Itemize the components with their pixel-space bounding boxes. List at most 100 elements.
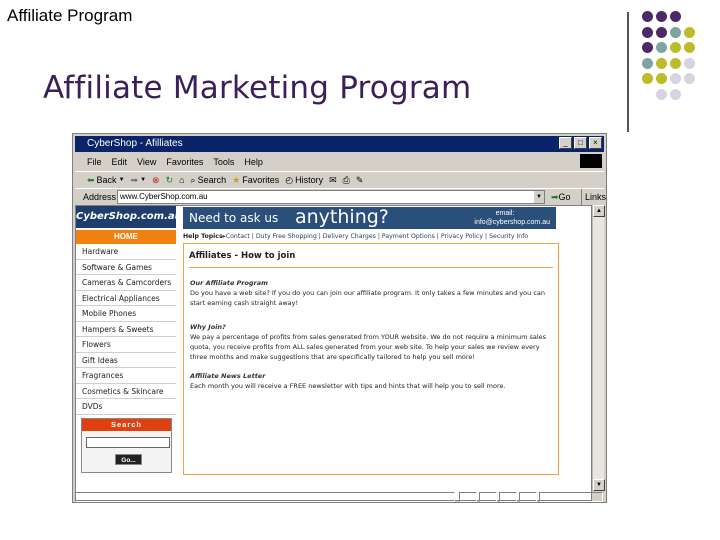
sidebar-item-electrical[interactable]: Electrical Appliances xyxy=(76,291,176,306)
email-address[interactable]: info@cybershop.com.au xyxy=(460,218,550,227)
decorative-dot xyxy=(656,26,667,38)
menu-bar: File Edit View Favorites Tools Help xyxy=(75,154,604,170)
banner-big-text: anything? xyxy=(295,206,389,228)
links-button[interactable]: Links xyxy=(581,189,606,205)
dropdown-arrow-icon: ▼ xyxy=(118,176,125,183)
sidebar-item-home[interactable]: HOME xyxy=(76,230,176,244)
help-link-payment[interactable]: Payment Options xyxy=(382,233,435,240)
sidebar-item-fragrances[interactable]: Fragrances xyxy=(76,368,176,384)
forward-button[interactable]: ➡ ▼ xyxy=(131,172,147,187)
page-viewport: CyberShop.com.au Need to ask us anything… xyxy=(75,205,592,501)
menu-tools[interactable]: Tools xyxy=(213,154,234,170)
go-button[interactable]: ➡Go xyxy=(551,189,571,205)
section-news-letter: Affiliate News Letter Each month you wil… xyxy=(190,371,554,391)
sidebar-item-software-games[interactable]: Software & Games xyxy=(76,260,176,275)
menu-view[interactable]: View xyxy=(137,154,156,170)
slide-label: Affiliate Program xyxy=(7,6,133,25)
favorites-icon: ★ xyxy=(232,174,241,185)
decorative-dot xyxy=(684,26,695,38)
mail-icon: ✉ xyxy=(329,174,337,185)
decorative-dot xyxy=(656,88,667,100)
address-input[interactable]: www.CyberShop.com.au ▼ xyxy=(117,190,545,204)
home-icon: ⌂ xyxy=(179,174,185,185)
section-why-join: Why Join? We pay a percentage of profits… xyxy=(190,322,554,362)
search-icon: ⌕ xyxy=(190,174,196,185)
help-topics-bar: Help Topics▸Contact | Duty Free Shopping… xyxy=(183,233,529,240)
sidebar-item-gift-ideas[interactable]: Gift Ideas xyxy=(76,353,176,368)
decorative-dot xyxy=(656,42,667,53)
edit-icon: ✎ xyxy=(355,174,364,185)
search-box-title: Search xyxy=(82,419,171,431)
heading-divider xyxy=(189,267,553,268)
menu-edit[interactable]: Edit xyxy=(112,154,128,170)
browser-throbber xyxy=(580,154,602,168)
status-bar xyxy=(75,492,604,502)
close-button[interactable]: × xyxy=(589,137,602,149)
help-link-contact[interactable]: Contact xyxy=(226,233,250,240)
search-button[interactable]: ⌕ Search xyxy=(191,172,227,187)
go-arrow-icon: ➡ xyxy=(551,192,559,202)
sidebar-item-hampers[interactable]: Hampers & Sweets xyxy=(76,322,176,337)
refresh-icon: ↻ xyxy=(165,174,174,185)
edit-button[interactable]: ✎ xyxy=(356,172,364,187)
divider-line xyxy=(627,12,629,132)
decorative-dot xyxy=(684,73,695,84)
address-dropdown-icon[interactable]: ▼ xyxy=(534,191,544,203)
banner-email: email: info@cybershop.com.au xyxy=(460,209,550,227)
sidebar-item-cameras[interactable]: Cameras & Camcorders xyxy=(76,275,176,291)
search-input[interactable] xyxy=(86,437,170,448)
decorative-dot xyxy=(656,73,667,84)
help-link-delivery[interactable]: Delivery Charges xyxy=(323,233,376,240)
decorative-dot xyxy=(670,26,681,38)
banner-lead-text: Need to ask us xyxy=(189,211,279,225)
sidebar-nav: HOME Hardware Software & Games Cameras &… xyxy=(76,230,176,415)
decorative-dot xyxy=(642,11,653,22)
forward-arrow-icon: ➡ xyxy=(130,174,139,185)
sidebar-item-hardware[interactable]: Hardware xyxy=(76,244,176,260)
window-titlebar[interactable]: CyberShop - Afilliates _ □ × xyxy=(75,136,604,152)
decorative-dot xyxy=(656,11,667,22)
contact-banner[interactable]: Need to ask us anything? email: info@cyb… xyxy=(183,206,556,229)
site-logo[interactable]: CyberShop.com.au xyxy=(76,206,182,228)
section-title: Why Join? xyxy=(190,323,226,331)
help-link-privacy[interactable]: Privacy Policy xyxy=(441,233,483,240)
search-go-button[interactable]: Go... xyxy=(115,454,142,465)
decorative-dot xyxy=(670,42,681,53)
sidebar-item-cosmetics[interactable]: Cosmetics & Skincare xyxy=(76,384,176,399)
minimize-button[interactable]: _ xyxy=(559,137,572,149)
page-heading: Affiliates - How to join xyxy=(189,251,296,261)
print-button[interactable]: ⎙ xyxy=(343,172,350,187)
status-cell xyxy=(479,492,497,502)
history-icon: ◴ xyxy=(285,174,294,185)
history-button[interactable]: ◴ History xyxy=(285,172,323,187)
stop-button[interactable]: ⊗ xyxy=(152,172,160,187)
window-title: CyberShop - Afilliates xyxy=(87,138,183,149)
menu-file[interactable]: File xyxy=(87,154,102,170)
refresh-button[interactable]: ↻ xyxy=(166,172,174,187)
vertical-scrollbar[interactable]: ▲ ▼ xyxy=(592,205,605,491)
sidebar-item-flowers[interactable]: Flowers xyxy=(76,337,176,353)
scroll-up-arrow-icon[interactable]: ▲ xyxy=(593,205,605,217)
help-link-security[interactable]: Security Info xyxy=(489,233,528,240)
slide-title: Affiliate Marketing Program xyxy=(43,70,472,106)
dropdown-arrow-icon: ▼ xyxy=(140,176,147,183)
decorative-dot xyxy=(642,73,653,84)
decorative-dot xyxy=(670,57,681,69)
favorites-button[interactable]: ★ Favorites xyxy=(232,172,279,187)
scroll-down-arrow-icon[interactable]: ▼ xyxy=(593,479,605,491)
sidebar-item-mobile-phones[interactable]: Mobile Phones xyxy=(76,306,176,322)
help-link-duty-free[interactable]: Duty Free Shopping xyxy=(256,233,317,240)
decorative-dot xyxy=(684,42,695,53)
menu-favorites[interactable]: Favorites xyxy=(166,154,203,170)
menu-help[interactable]: Help xyxy=(244,154,263,170)
status-text-cell xyxy=(75,492,455,502)
decorative-dot xyxy=(670,11,681,22)
back-button[interactable]: ⬅ Back ▼ xyxy=(87,172,125,187)
toolbar: ⬅ Back ▼ ➡ ▼ ⊗ ↻ ⌂ ⌕ Search ★ Favorites ◴ Hist… xyxy=(75,171,604,187)
home-button[interactable]: ⌂ xyxy=(179,172,184,187)
maximize-button[interactable]: □ xyxy=(574,137,587,149)
mail-button[interactable]: ✉ xyxy=(329,172,337,187)
sidebar-item-dvds[interactable]: DVDs xyxy=(76,399,176,415)
print-icon: ⎙ xyxy=(342,174,350,185)
decorative-dot xyxy=(670,88,681,100)
